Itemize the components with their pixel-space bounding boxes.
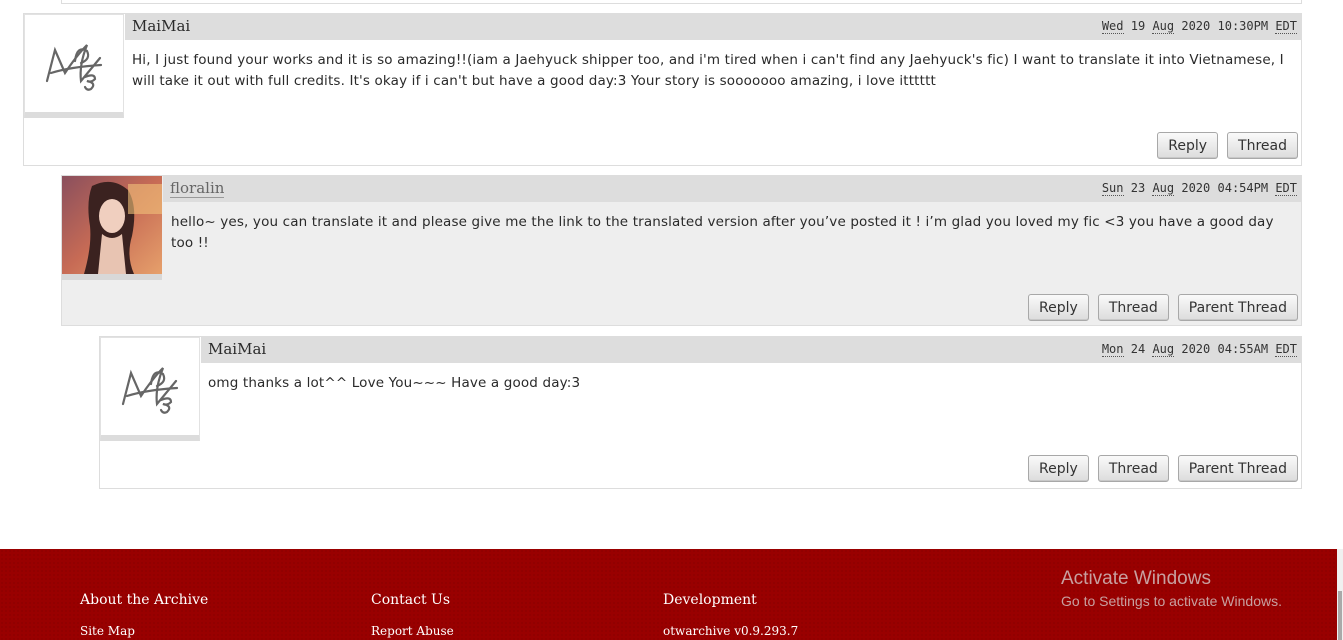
site-map-link[interactable]: Site Map (80, 624, 135, 638)
comment-text: omg thanks a lot^^ Love You~~~ Have a go… (208, 375, 581, 391)
comment-actions: Reply Thread Parent Thread (1028, 294, 1298, 321)
reply-button[interactable]: Reply (1028, 294, 1089, 321)
comment-datetime: Wed 19 Aug 2020 10:30PM EDT (1101, 19, 1297, 34)
footer-heading-about: About the Archive (80, 592, 209, 608)
default-user-icon[interactable] (24, 14, 124, 118)
comment-heading: floralin Sun 23 Aug 2020 04:54PM EDT (163, 176, 1301, 202)
comment: MaiMai Mon 24 Aug 2020 04:55AM EDT omg t… (99, 336, 1302, 489)
comment-text: hello~ yes, you can translate it and ple… (171, 214, 1274, 251)
activate-windows-subtitle: Go to Settings to activate Windows. (1061, 593, 1282, 609)
comment: MaiMai Wed 19 Aug 2020 10:30PM EDT Hi, I… (23, 13, 1302, 166)
comment-actions: Reply Thread Parent Thread (1028, 455, 1298, 482)
scrollbar-thumb[interactable] (1338, 591, 1342, 640)
comment-text: Hi, I just found your works and it is so… (132, 52, 1284, 89)
comment-datetime: Mon 24 Aug 2020 04:55AM EDT (1101, 342, 1297, 357)
version-link[interactable]: otwarchive v0.9.293.7 (663, 624, 798, 638)
previous-comment-edge (61, 0, 1302, 4)
comment-datetime: Sun 23 Aug 2020 04:54PM EDT (1101, 181, 1297, 196)
thread-button[interactable]: Thread (1227, 132, 1298, 159)
report-abuse-link[interactable]: Report Abuse (371, 624, 454, 638)
parent-thread-button[interactable]: Parent Thread (1177, 294, 1298, 321)
page-scrollbar[interactable] (1337, 549, 1343, 640)
thread-button[interactable]: Thread (1097, 455, 1169, 482)
reply-button[interactable]: Reply (1028, 455, 1089, 482)
footer-heading-contact: Contact Us (371, 592, 451, 608)
reply-button[interactable]: Reply (1157, 132, 1219, 159)
user-avatar[interactable] (62, 176, 162, 280)
comment-author-link[interactable]: floralin (170, 179, 225, 198)
comment-author: MaiMai (208, 340, 267, 358)
comment-heading: MaiMai Mon 24 Aug 2020 04:55AM EDT (201, 337, 1301, 363)
parent-thread-button[interactable]: Parent Thread (1177, 455, 1298, 482)
footer-heading-development: Development (663, 592, 757, 608)
thread-button[interactable]: Thread (1097, 294, 1169, 321)
comment: floralin Sun 23 Aug 2020 04:54PM EDT hel… (61, 175, 1302, 326)
comment-author: MaiMai (132, 17, 191, 35)
comment-heading: MaiMai Wed 19 Aug 2020 10:30PM EDT (125, 14, 1301, 40)
default-user-icon[interactable] (100, 337, 200, 441)
comment-actions: Reply Thread (1157, 132, 1298, 159)
activate-windows-title: Activate Windows (1061, 568, 1211, 589)
